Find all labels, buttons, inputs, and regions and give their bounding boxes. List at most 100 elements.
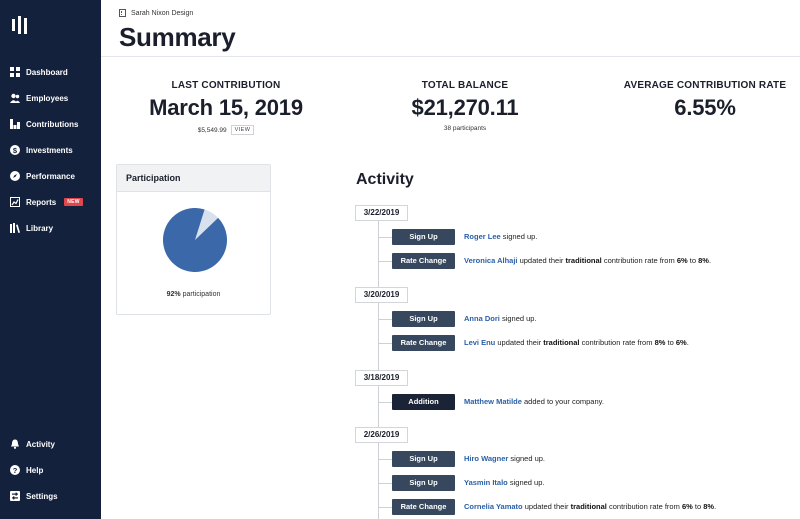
chart-icon (10, 119, 20, 129)
participation-pie (163, 208, 227, 272)
sidebar-item-performance[interactable]: Performance (0, 163, 101, 189)
stat-value: March 15, 2019 (149, 95, 303, 120)
activity-description: Cornelia Yamato updated their traditiona… (464, 499, 716, 515)
activity-description: Hiro Wagner signed up. (464, 451, 545, 467)
sidebar-item-library[interactable]: Library (0, 215, 101, 241)
activity-description: Yasmin Italo signed up. (464, 475, 545, 491)
settings-icon (10, 491, 20, 501)
activity-text: updated their (524, 502, 569, 511)
company-selector[interactable]: Sarah Nixon Design (119, 9, 193, 17)
books-icon (10, 223, 20, 233)
rate-to: 8% (703, 502, 715, 511)
rate-from: 6% (681, 502, 693, 511)
sidebar-item-reports[interactable]: Reports NEW (0, 189, 101, 215)
sidebar-item-label: Reports (26, 197, 57, 207)
help-icon: ? (10, 465, 20, 475)
contribution-kind: traditional (570, 502, 607, 511)
rate-to: 8% (698, 256, 709, 265)
person-link[interactable]: Cornelia Yamato (464, 502, 523, 511)
stat-average-rate: AVERAGE CONTRIBUTION RATE 6.55% (615, 80, 795, 121)
activity-type-badge: Sign Up (392, 229, 455, 245)
sidebar-item-dashboard[interactable]: Dashboard (0, 59, 101, 85)
participation-text: participation (182, 291, 221, 298)
activity-text: signed up. (510, 454, 546, 463)
page-title: Summary (119, 22, 236, 52)
rate-to: 6% (675, 338, 687, 347)
dollar-icon: $ (10, 145, 20, 155)
stat-label: LAST CONTRIBUTION (171, 80, 281, 91)
timeline-connector (378, 343, 392, 344)
activity-type-badge: Sign Up (392, 311, 455, 327)
activity-description: Veronica Alhaji updated their traditiona… (464, 253, 711, 269)
activity-title: Activity (356, 171, 414, 188)
activity-text: . (708, 256, 712, 265)
participation-card: Participation 92% participation (116, 164, 271, 315)
activity-date: 3/20/2019 (355, 287, 408, 303)
activity-text: to (689, 256, 697, 265)
card-title: Participation (117, 165, 270, 192)
person-link[interactable]: Anna Dori (464, 314, 500, 323)
logo-icon[interactable] (12, 16, 32, 34)
activity-text: signed up. (501, 314, 537, 323)
participation-percent: 92% (166, 291, 181, 298)
sidebar-item-label: Contributions (26, 119, 79, 129)
sidebar-item-investments[interactable]: $ Investments (0, 137, 101, 163)
stat-value: $21,270.11 (411, 95, 519, 120)
building-icon (119, 9, 126, 17)
activity-text: to (667, 338, 674, 347)
stat-label: TOTAL BALANCE (421, 80, 509, 91)
header-divider (101, 56, 800, 57)
activity-text: updated their (519, 256, 564, 265)
sidebar-item-activity[interactable]: Activity (0, 431, 101, 457)
activity-text: to (694, 502, 702, 511)
timeline-connector (378, 261, 392, 262)
activity-text: . (686, 338, 689, 347)
sidebar-item-label: Settings (26, 491, 58, 501)
view-button[interactable]: VIEW (230, 125, 255, 135)
person-link[interactable]: Levi Enu (464, 338, 495, 347)
stat-label: AVERAGE CONTRIBUTION RATE (623, 80, 787, 91)
timeline-connector (378, 402, 392, 403)
activity-text: contribution rate from (608, 502, 680, 511)
sidebar-item-label: Employees (26, 93, 69, 103)
person-link[interactable]: Roger Lee (464, 232, 501, 241)
bell-icon (10, 439, 20, 449)
sidebar-item-label: Performance (26, 171, 75, 181)
company-name: Sarah Nixon Design (131, 9, 194, 17)
stat-value: 6.55% (674, 95, 736, 120)
sidebar-item-help[interactable]: ? Help (0, 457, 101, 483)
participation-caption: 92% participation (117, 291, 270, 298)
activity-text: . (714, 502, 717, 511)
sidebar-item-contributions[interactable]: Contributions (0, 111, 101, 137)
stat-total-balance: TOTAL BALANCE $21,270.11 38 participants (375, 80, 555, 132)
activity-description: Matthew Matilde added to your company. (464, 394, 604, 410)
activity-date: 3/18/2019 (355, 370, 408, 386)
sidebar-item-label: Dashboard (26, 67, 68, 77)
activity-type-badge: Rate Change (392, 335, 455, 351)
activity-text: signed up. (509, 478, 545, 487)
svg-text:?: ? (13, 466, 18, 475)
rate-from: 6% (676, 256, 688, 265)
sidebar-item-label: Activity (26, 439, 55, 449)
activity-date: 3/22/2019 (355, 205, 408, 221)
person-link[interactable]: Matthew Matilde (464, 397, 522, 406)
sidebar-item-settings[interactable]: Settings (0, 483, 101, 509)
stat-sub: 38 participants (443, 125, 487, 132)
activity-type-badge: Rate Change (392, 253, 455, 269)
activity-type-badge: Rate Change (392, 499, 455, 515)
compass-icon (10, 171, 20, 181)
person-link[interactable]: Veronica Alhaji (464, 256, 518, 265)
sidebar-item-employees[interactable]: Employees (0, 85, 101, 111)
rate-from: 8% (654, 338, 666, 347)
timeline-connector (378, 319, 392, 320)
timeline-connector (378, 459, 392, 460)
activity-date: 2/26/2019 (355, 427, 408, 443)
stat-last-contribution: LAST CONTRIBUTION March 15, 2019 $5,549.… (136, 80, 316, 135)
report-icon (10, 197, 20, 207)
sidebar-bottom-nav: Activity ? Help Settings (0, 431, 101, 509)
activity-type-badge: Sign Up (392, 451, 455, 467)
sidebar-item-label: Library (26, 223, 54, 233)
timeline-connector (378, 507, 392, 508)
person-link[interactable]: Hiro Wagner (464, 454, 508, 463)
person-link[interactable]: Yasmin Italo (464, 478, 508, 487)
